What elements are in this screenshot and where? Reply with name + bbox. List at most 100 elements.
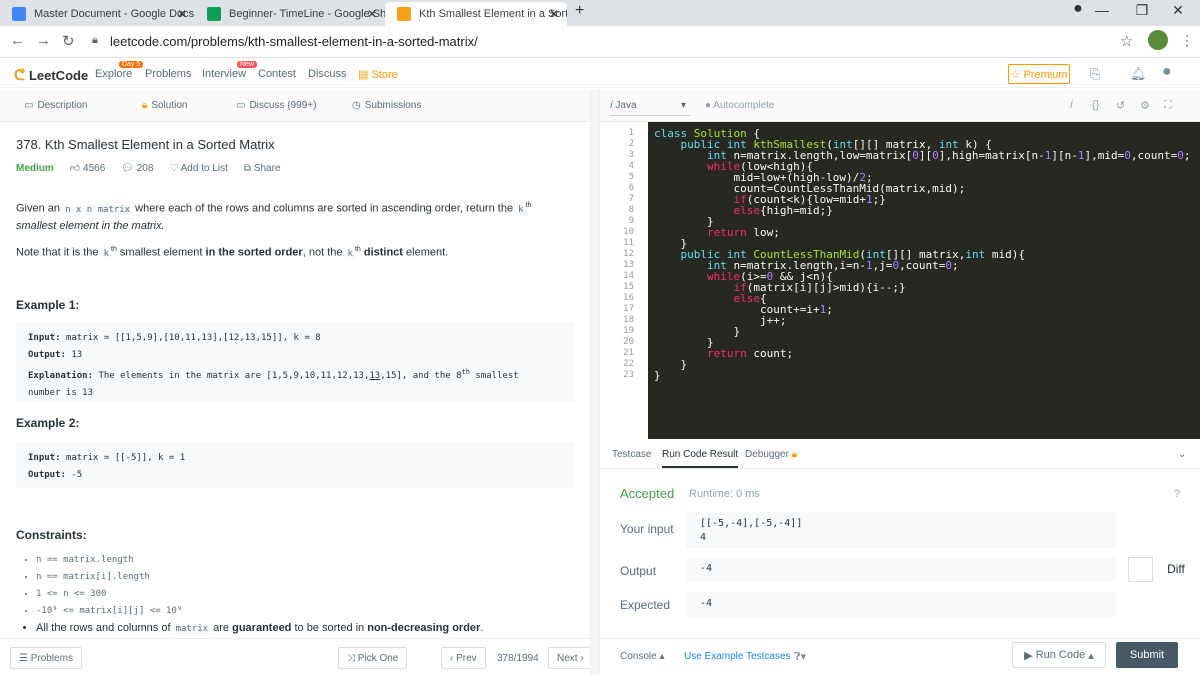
line-number: 10: [623, 227, 634, 237]
browser-tab-leetcode[interactable]: Kth Smallest Element in a Sorted ✕: [385, 2, 567, 26]
tab-run-result[interactable]: Run Code Result: [662, 449, 739, 468]
settings-icon[interactable]: ⚙: [1140, 99, 1150, 112]
leetcode-favicon-icon: [397, 7, 411, 21]
dot-icon: ●: [705, 100, 712, 111]
dislike-button[interactable]: 💬︎ 208: [121, 163, 153, 174]
reset-icon[interactable]: ↺: [1116, 99, 1125, 112]
browser-menu-icon[interactable]: ⋮: [1180, 32, 1194, 49]
run-code-button[interactable]: ▶ Run Code ▴: [1012, 642, 1106, 668]
editor-footer: Console ▴ Use Example Testcases ❓︎▾: [600, 638, 1200, 675]
code-editor[interactable]: class Solution { public int kthSmallest(…: [648, 122, 1200, 439]
left-tabs: ▭ Description 🔒︎ Solution ▭ Discuss (999+) …: [0, 90, 590, 122]
leetcode-logo-icon: ᕦ: [14, 67, 25, 84]
google-sheets-icon: [207, 7, 221, 21]
list-icon: ☰: [19, 652, 28, 664]
nav-discuss[interactable]: Discuss: [308, 68, 347, 80]
nav-explore[interactable]: Explore: [95, 68, 132, 80]
list-item: All the rows and columns of matrix are g…: [36, 620, 483, 638]
list-item: n == matrix.length: [36, 552, 483, 569]
close-icon[interactable]: ✕: [177, 7, 187, 21]
next-button[interactable]: Next ›: [548, 647, 593, 669]
avatar[interactable]: [1148, 30, 1168, 50]
expected-label: Expected: [620, 598, 671, 612]
address-bar: ← → ↻ 🔒︎ leetcode.com/problems/kth-small…: [0, 26, 1200, 58]
tab-debugger[interactable]: Debugger 🔒︎: [745, 449, 797, 460]
store-icon: ▤: [358, 69, 369, 81]
prev-button[interactable]: ‹ Prev: [441, 647, 486, 669]
format-code-icon[interactable]: {}: [1092, 99, 1099, 111]
diff-toggle[interactable]: [1128, 557, 1153, 582]
diff-label: Diff: [1167, 562, 1185, 576]
chevron-down-icon[interactable]: ⌄: [1178, 449, 1186, 460]
example-2-heading: Example 2:: [16, 416, 80, 430]
tab-description[interactable]: ▭ Description: [24, 100, 87, 111]
caret-up-icon: ▴: [1088, 649, 1094, 662]
output-box: -4: [686, 557, 1116, 582]
constraints-heading: Constraints:: [16, 528, 87, 542]
fullscreen-icon[interactable]: ⛶: [1164, 99, 1172, 112]
tab-testcase[interactable]: Testcase: [612, 449, 651, 460]
pane-splitter[interactable]: [590, 90, 600, 675]
leetcode-logo[interactable]: ᕦ LeetCode: [14, 66, 88, 84]
share-button[interactable]: ⧉ Share: [244, 163, 281, 174]
nav-store[interactable]: ▤ Store: [358, 68, 398, 81]
use-example-testcases-link[interactable]: Use Example Testcases: [684, 651, 791, 662]
line-number: 21: [623, 348, 634, 358]
notification-bell-icon[interactable]: 🔔︎: [1130, 66, 1147, 82]
line-number: 23: [623, 370, 634, 380]
line-number: 6: [628, 183, 634, 193]
line-number: 22: [623, 359, 634, 369]
like-button[interactable]: 👍︎ 4566: [70, 162, 105, 174]
help-icon[interactable]: ❓︎▾: [794, 650, 806, 664]
add-to-list-button[interactable]: ♡ Add to List: [169, 163, 227, 174]
reload-icon[interactable]: ↻: [62, 32, 75, 50]
play-icon: ▶: [1024, 649, 1033, 662]
close-icon[interactable]: ✕: [549, 7, 559, 21]
line-number: 1: [628, 128, 634, 138]
browser-tab-google-docs[interactable]: Master Document - Google Docs ✕: [0, 2, 195, 26]
submit-button[interactable]: Submit: [1116, 642, 1178, 668]
line-number: 17: [623, 304, 634, 314]
comment-icon: ▭: [236, 100, 246, 111]
list-item: 1 <= n <= 300: [36, 586, 483, 603]
explore-badge: Day 5: [119, 61, 144, 68]
constraints-list: n == matrix.length n == matrix[i].length…: [28, 552, 483, 638]
premium-button[interactable]: ☆ Premium: [1008, 64, 1070, 84]
browser-tab-google-sheets[interactable]: Beginner- TimeLine - Google She ✕: [195, 2, 385, 26]
language-select[interactable]: 𝑖 Java ▾: [610, 96, 690, 116]
line-number: 20: [623, 337, 634, 347]
nav-interview[interactable]: Interview: [202, 68, 246, 80]
bookmark-star-icon[interactable]: ☆: [1120, 32, 1133, 50]
playground-icon[interactable]: ⎘: [1090, 66, 1100, 82]
line-number: 19: [623, 326, 634, 336]
user-avatar-icon[interactable]: ●: [1162, 63, 1172, 81]
info-icon[interactable]: 𝑖: [1070, 99, 1073, 112]
difficulty-badge: Medium: [16, 162, 54, 174]
problems-list-button[interactable]: ☰ Problems: [10, 647, 82, 669]
line-number: 8: [628, 205, 634, 215]
nav-problems[interactable]: Problems: [145, 68, 191, 80]
example-2-block: Input: matrix = [[-5]], k = 1 Output: -5: [16, 442, 574, 488]
browser-tab-bar: Master Document - Google Docs ✕ Beginner…: [0, 0, 1200, 26]
minimize-icon[interactable]: —: [1080, 2, 1124, 18]
new-tab-icon[interactable]: +: [575, 2, 584, 20]
chevron-left-icon: ‹: [450, 652, 454, 664]
help-icon[interactable]: ?: [1174, 488, 1180, 500]
leetcode-navbar: ᕦ LeetCode Day 5 Explore Problems Interv…: [0, 58, 1200, 88]
lock-icon: 🔒︎: [791, 449, 798, 460]
console-toggle[interactable]: Console ▴: [620, 651, 665, 662]
line-number: 11: [623, 238, 634, 248]
pick-one-button[interactable]: ⤨ Pick One: [338, 647, 408, 669]
tab-solution[interactable]: 🔒︎ Solution: [142, 100, 187, 111]
window-close-icon[interactable]: ✕: [1156, 2, 1200, 19]
url-field[interactable]: leetcode.com/problems/kth-smallest-eleme…: [110, 34, 478, 49]
line-number: 12: [623, 249, 634, 259]
tab-submissions[interactable]: ◷ Submissions: [352, 100, 421, 111]
close-icon[interactable]: ✕: [367, 7, 377, 21]
back-icon[interactable]: ←: [10, 32, 25, 49]
nav-contest[interactable]: Contest: [258, 68, 296, 80]
tab-discuss[interactable]: ▭ Discuss (999+): [236, 100, 316, 111]
forward-icon[interactable]: →: [36, 32, 51, 49]
page-title: 378. Kth Smallest Element in a Sorted Ma…: [16, 137, 275, 152]
autocomplete-toggle[interactable]: ● Autocomplete: [705, 100, 774, 111]
